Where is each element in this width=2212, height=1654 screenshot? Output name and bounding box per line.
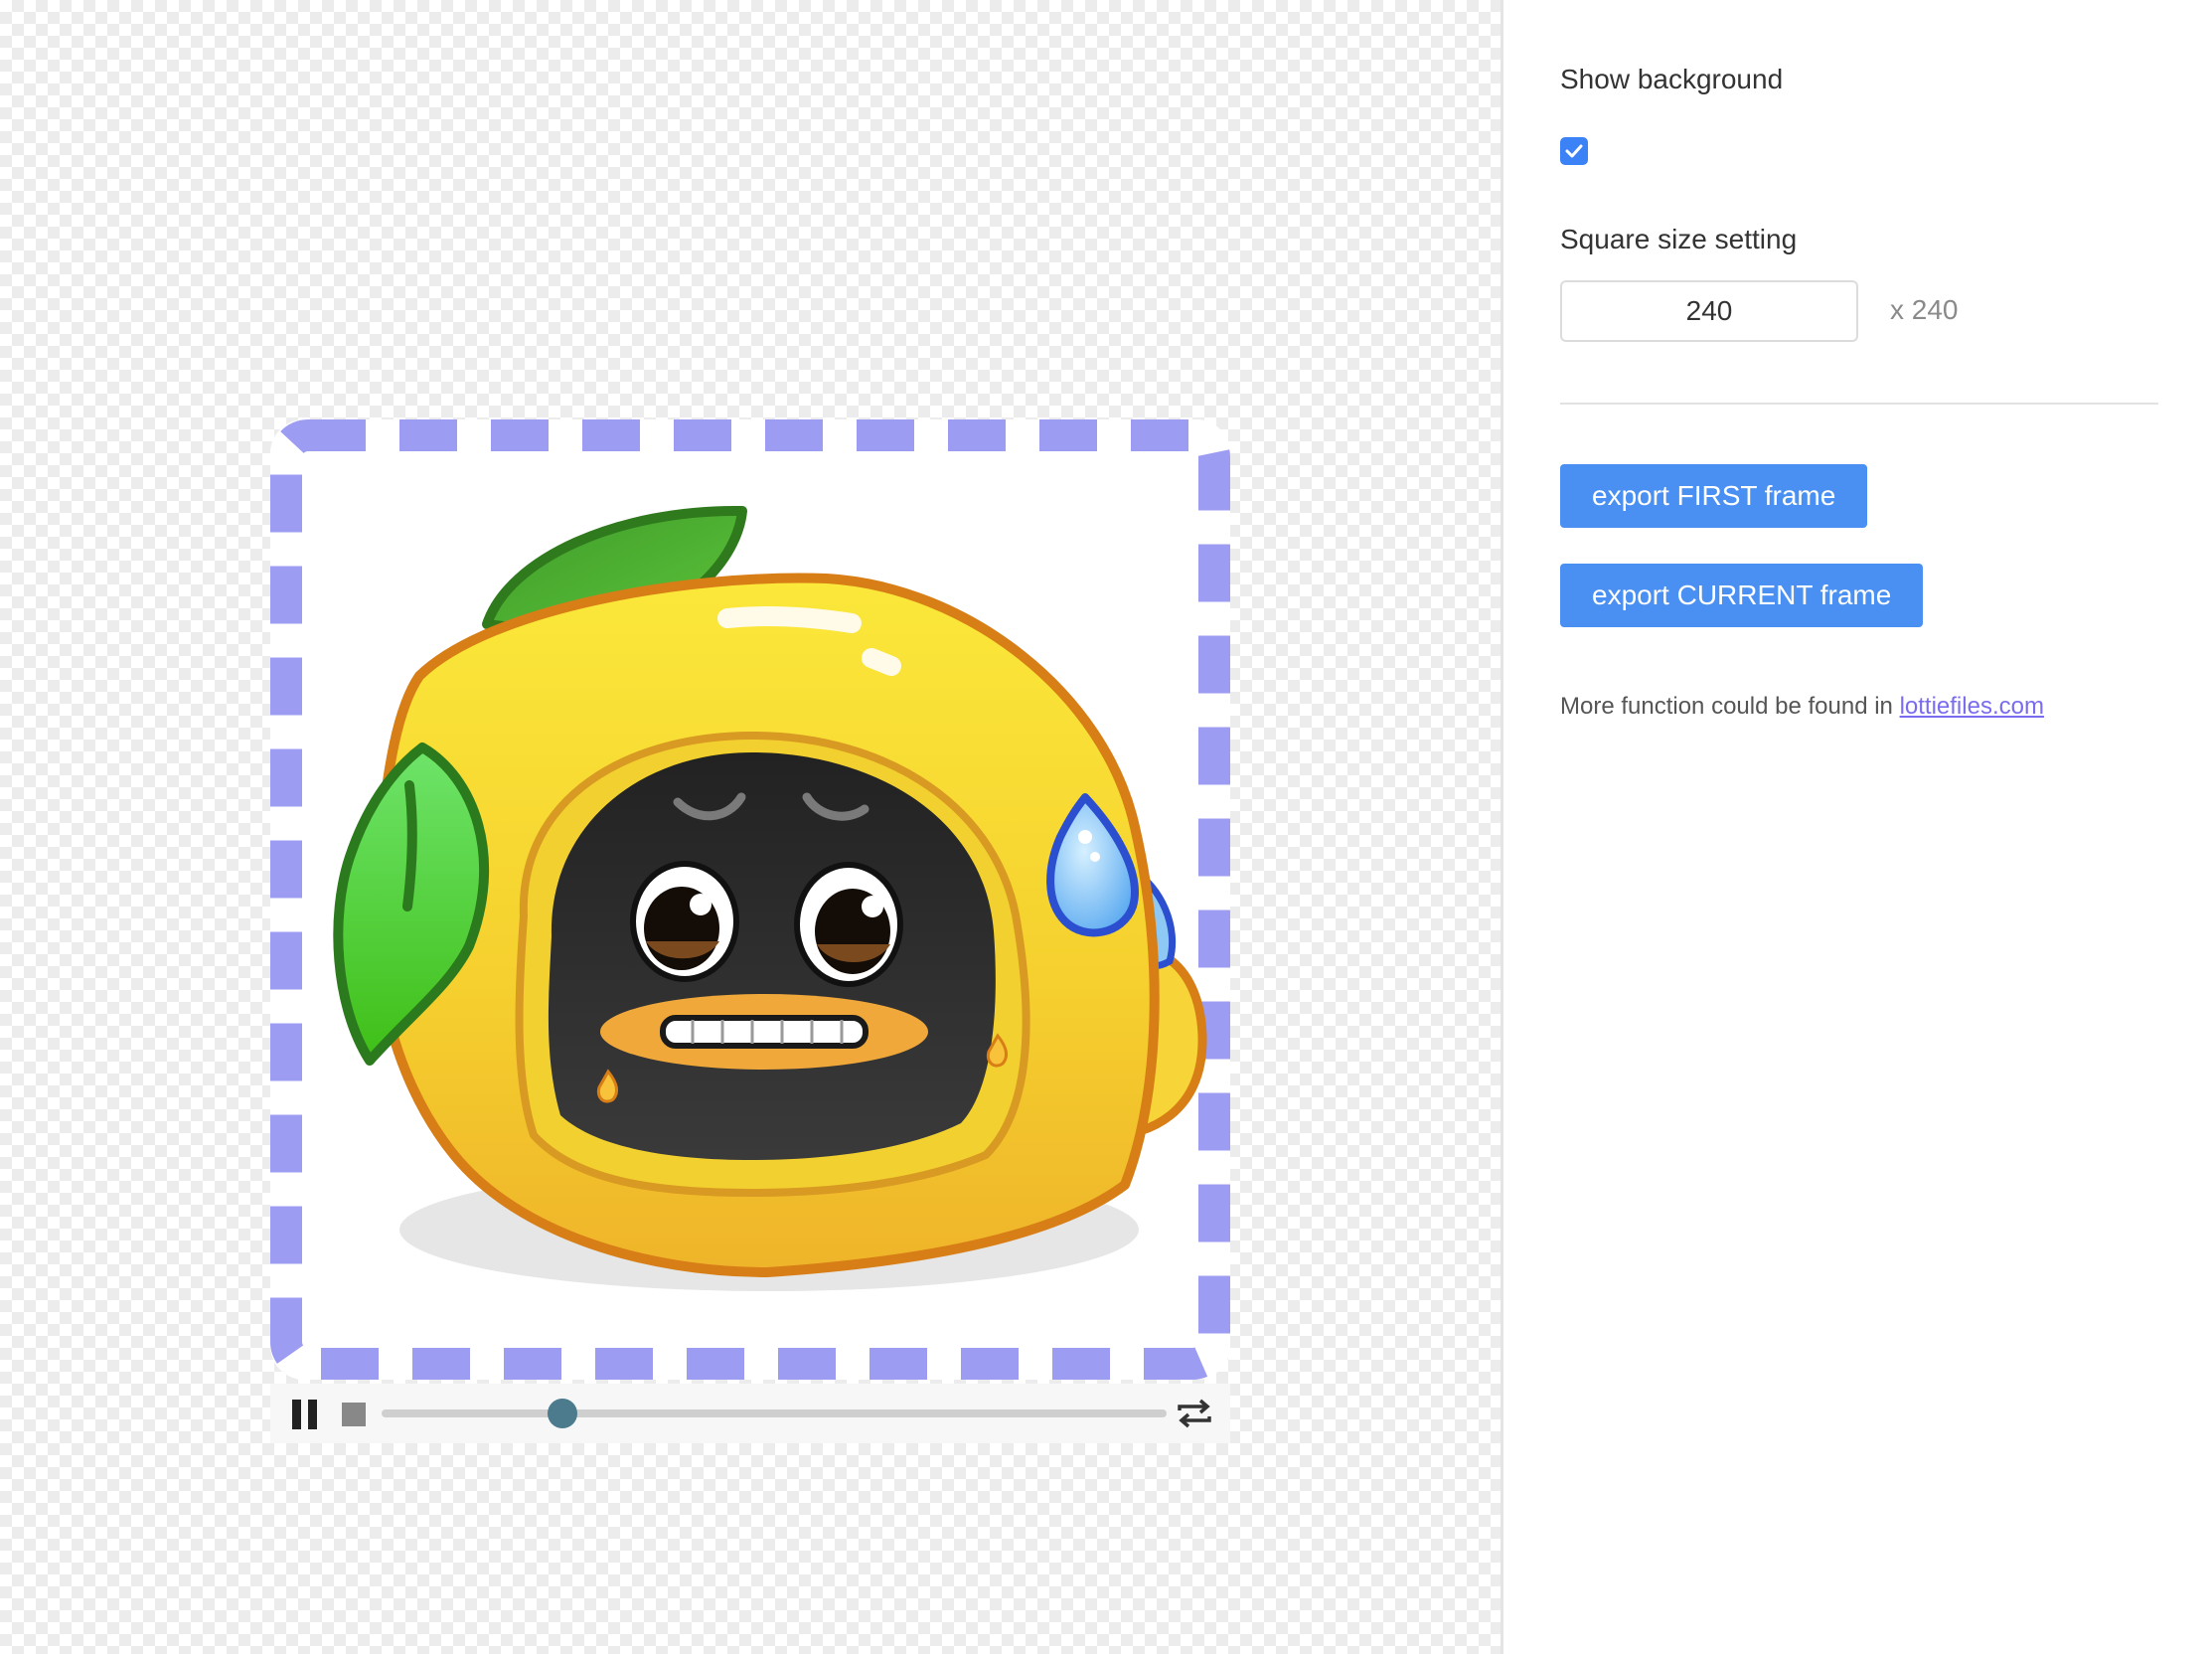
player-controls — [270, 1384, 1230, 1443]
animation-canvas[interactable] — [270, 419, 1230, 1380]
preview-pane — [0, 0, 1501, 1654]
pane-divider — [1501, 0, 1503, 1654]
show-background-checkbox[interactable] — [1560, 137, 1588, 165]
pause-icon — [292, 1400, 301, 1429]
seek-thumb[interactable] — [547, 1399, 577, 1428]
square-size-input[interactable] — [1560, 280, 1858, 342]
lemon-character-illustration — [270, 419, 1230, 1380]
seek-bar[interactable] — [382, 1409, 1167, 1417]
export-first-frame-button[interactable]: export FIRST frame — [1560, 464, 1868, 528]
stop-button[interactable] — [342, 1403, 366, 1426]
size-suffix: x 240 — [1890, 294, 1959, 325]
lottiefiles-link[interactable]: lottiefiles.com — [1900, 693, 2044, 720]
checkmark-icon — [1565, 144, 1583, 158]
square-size-label: Square size setting — [1560, 224, 1798, 254]
loop-button[interactable] — [1175, 1396, 1214, 1431]
divider — [1560, 403, 2158, 405]
loop-icon — [1178, 1399, 1211, 1428]
more-function-note: More function could be found in lottiefi… — [1560, 693, 2044, 721]
show-background-label: Show background — [1560, 64, 1784, 94]
more-function-text: More function could be found in — [1560, 693, 1893, 720]
pause-button[interactable] — [292, 1400, 320, 1429]
export-current-frame-button[interactable]: export CURRENT frame — [1560, 564, 1924, 627]
